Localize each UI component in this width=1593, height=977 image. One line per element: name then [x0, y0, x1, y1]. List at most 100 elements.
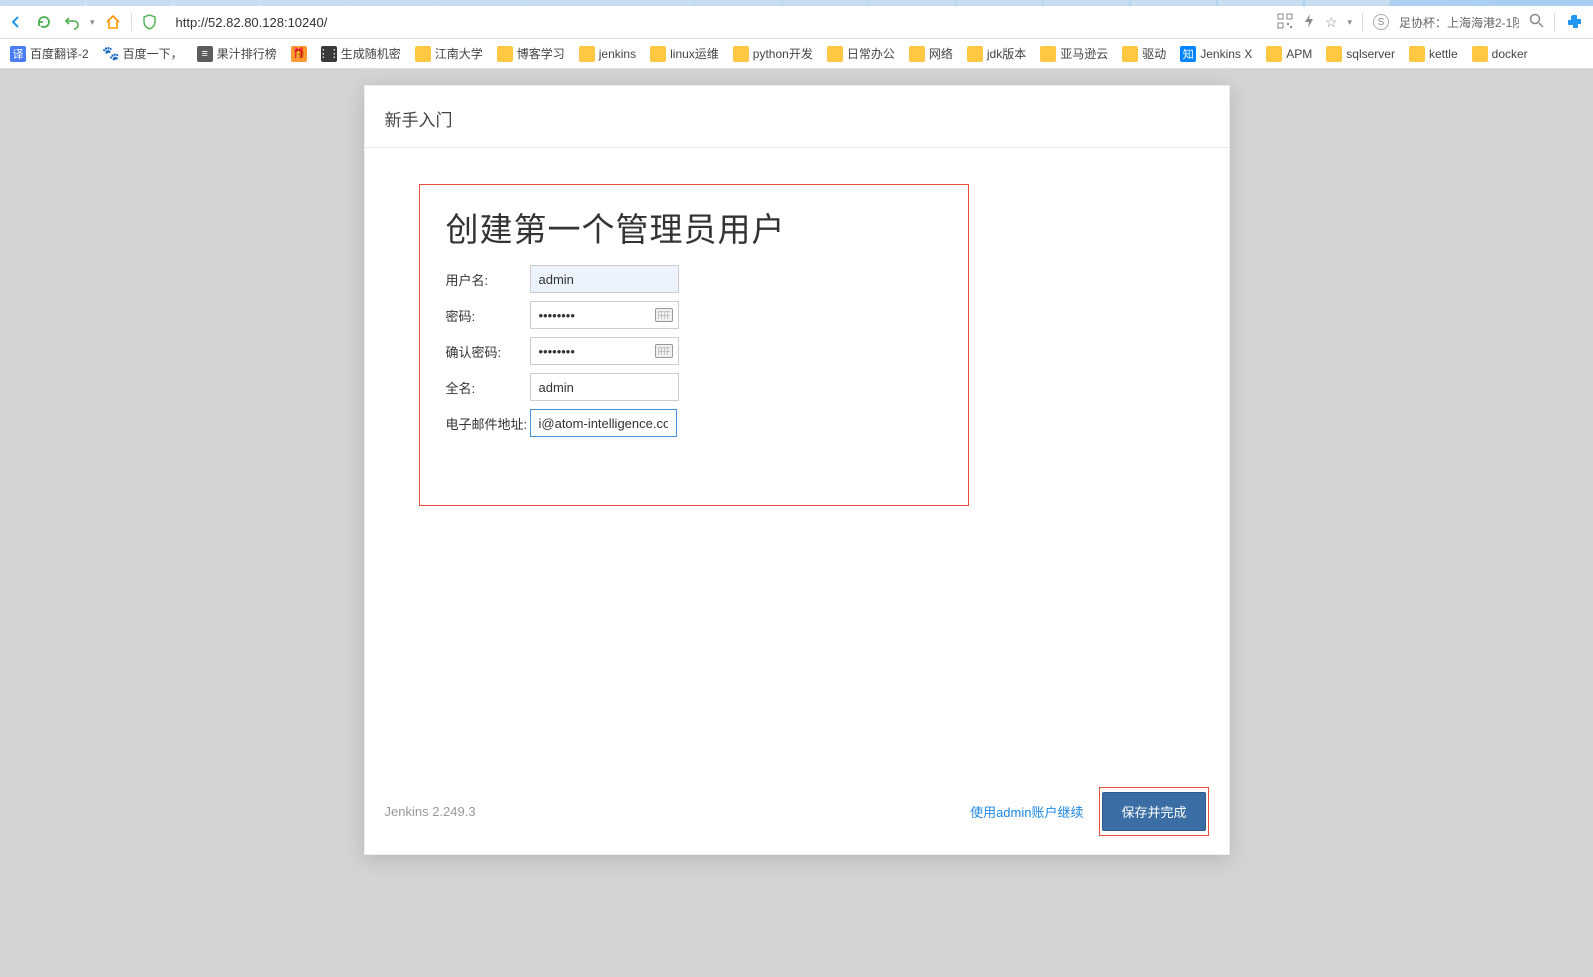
bookmark-icon: [967, 46, 983, 62]
bookmark-item[interactable]: python开发: [733, 45, 813, 62]
bookmark-icon: 🎁: [291, 46, 307, 62]
bookmark-icon: [1472, 46, 1488, 62]
bookmark-item[interactable]: 译百度翻译-2: [10, 45, 89, 62]
bookmark-item[interactable]: 驱动: [1122, 45, 1166, 62]
dropdown-caret-icon[interactable]: ▾: [90, 17, 95, 28]
bookmark-icon: [650, 46, 666, 62]
bookmark-item[interactable]: jenkins: [579, 46, 636, 62]
extension-icon[interactable]: [1565, 13, 1583, 31]
browser-tab[interactable]: [522, 0, 607, 6]
news-icon[interactable]: S: [1373, 14, 1389, 30]
bookmark-label: kettle: [1429, 47, 1458, 61]
fullname-label: 全名:: [446, 378, 530, 397]
bookmark-label: 江南大学: [435, 45, 483, 62]
news-ticker[interactable]: 足协杯：上海海港2-1陕西长乙: [1399, 14, 1519, 31]
undo-button[interactable]: [62, 12, 82, 32]
fullname-row: 全名:: [446, 373, 942, 401]
browser-tab[interactable]: [870, 0, 955, 6]
keyboard-icon[interactable]: [655, 344, 673, 358]
star-icon[interactable]: ☆: [1325, 14, 1338, 31]
browser-tab[interactable]: [1131, 0, 1216, 6]
setup-wizard-modal: 新手入门 创建第一个管理员用户 用户名: 密码: 确认密码:: [364, 85, 1230, 855]
jenkins-version: Jenkins 2.249.3: [385, 804, 476, 819]
browser-tab[interactable]: [1044, 0, 1129, 6]
bookmark-item[interactable]: 🎁: [291, 46, 307, 62]
bookmark-label: python开发: [753, 45, 813, 62]
shield-icon[interactable]: [140, 12, 160, 32]
home-button[interactable]: [103, 12, 123, 32]
bookmark-icon: [1266, 46, 1282, 62]
reload-button[interactable]: [34, 12, 54, 32]
bookmark-item[interactable]: kettle: [1409, 46, 1458, 62]
modal-header: 新手入门: [365, 86, 1229, 148]
bookmark-item[interactable]: 网络: [909, 45, 953, 62]
bookmark-item[interactable]: APM: [1266, 46, 1312, 62]
fullname-input[interactable]: [530, 373, 679, 401]
save-button-highlight: 保存并完成: [1099, 787, 1208, 836]
url-text: http://52.82.80.128:10240/: [176, 15, 328, 30]
bookmark-label: jenkins: [599, 47, 636, 61]
bookmark-label: 生成随机密: [341, 45, 401, 62]
save-and-finish-button[interactable]: 保存并完成: [1102, 792, 1205, 831]
search-icon[interactable]: [1529, 13, 1544, 31]
email-input[interactable]: [530, 409, 677, 437]
bookmark-label: 亚马逊云: [1060, 45, 1108, 62]
bookmark-label: sqlserver: [1346, 47, 1395, 61]
browser-tabs-bar: [0, 0, 1593, 6]
bookmark-label: docker: [1492, 47, 1528, 61]
bookmarks-bar: 译百度翻译-2 🐾百度一下， ≡果汁排行榜 🎁 ⋮⋮生成随机密 江南大学 博客学习 jenki…: [0, 39, 1593, 69]
bookmark-item[interactable]: 日常办公: [827, 45, 895, 62]
bookmark-icon: [1040, 46, 1056, 62]
form-title: 创建第一个管理员用户: [446, 203, 942, 251]
keyboard-icon[interactable]: [655, 308, 673, 322]
browser-tab[interactable]: [435, 0, 520, 6]
bookmark-icon: [1326, 46, 1342, 62]
browser-tab[interactable]: [783, 0, 868, 6]
email-label: 电子邮件地址:: [446, 414, 530, 433]
form-highlight-box: 创建第一个管理员用户 用户名: 密码: 确认密码:: [419, 184, 969, 506]
bookmark-label: Jenkins X: [1200, 47, 1252, 61]
bookmark-icon: [909, 46, 925, 62]
lightning-icon[interactable]: [1303, 13, 1315, 32]
browser-tab[interactable]: [957, 0, 1042, 6]
bookmark-item[interactable]: 江南大学: [415, 45, 483, 62]
bookmark-item[interactable]: jdk版本: [967, 45, 1026, 62]
bookmark-icon: [827, 46, 843, 62]
browser-tab[interactable]: [348, 0, 433, 6]
bookmark-icon: [415, 46, 431, 62]
browser-tab[interactable]: [696, 0, 781, 6]
back-button[interactable]: [6, 12, 26, 32]
bookmark-item[interactable]: 亚马逊云: [1040, 45, 1108, 62]
browser-tab[interactable]: [87, 0, 172, 6]
bookmark-item[interactable]: 博客学习: [497, 45, 565, 62]
browser-tab[interactable]: [0, 0, 85, 6]
username-input[interactable]: [530, 265, 679, 293]
bookmark-label: 网络: [929, 45, 953, 62]
bookmark-item[interactable]: ⋮⋮生成随机密: [321, 45, 401, 62]
bookmark-item[interactable]: sqlserver: [1326, 46, 1395, 62]
bookmark-icon: [1409, 46, 1425, 62]
browser-tab[interactable]: [609, 0, 694, 6]
browser-tab[interactable]: [1218, 0, 1303, 6]
bookmark-item[interactable]: 知Jenkins X: [1180, 46, 1252, 62]
browser-tab[interactable]: [261, 0, 346, 6]
bookmark-item[interactable]: ≡果汁排行榜: [197, 45, 277, 62]
bookmark-label: 果汁排行榜: [217, 45, 277, 62]
url-bar[interactable]: http://52.82.80.128:10240/: [168, 13, 1269, 32]
browser-tab[interactable]: [1305, 0, 1390, 6]
bookmark-label: 百度一下，: [123, 45, 183, 62]
modal-body: 创建第一个管理员用户 用户名: 密码: 确认密码:: [365, 148, 1229, 777]
skip-admin-link[interactable]: 使用admin账户继续: [970, 802, 1083, 821]
qr-icon[interactable]: [1277, 13, 1293, 32]
page-content: 新手入门 创建第一个管理员用户 用户名: 密码: 确认密码:: [0, 69, 1593, 977]
browser-tab[interactable]: [174, 0, 259, 6]
username-label: 用户名:: [446, 270, 530, 289]
bookmark-item[interactable]: docker: [1472, 46, 1528, 62]
email-row: 电子邮件地址:: [446, 409, 942, 437]
bookmark-icon: 译: [10, 46, 26, 62]
bookmark-item[interactable]: 🐾百度一下，: [103, 45, 183, 62]
dropdown-caret-icon[interactable]: ▾: [1347, 17, 1352, 28]
bookmark-label: 博客学习: [517, 45, 565, 62]
bookmark-icon: [733, 46, 749, 62]
bookmark-item[interactable]: linux运维: [650, 45, 719, 62]
